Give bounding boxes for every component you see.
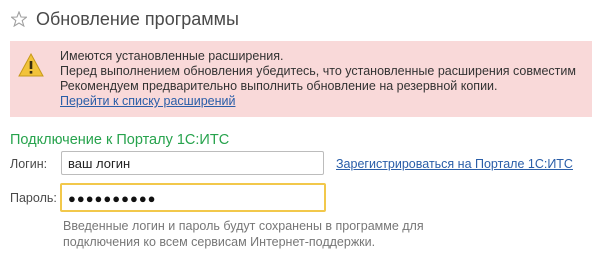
- warning-line: Перед выполнением обновления убедитесь, …: [60, 64, 576, 78]
- password-value: ●●●●●●●●●●: [68, 191, 157, 206]
- section-title: Подключение к Порталу 1С:ИТС: [10, 132, 230, 148]
- warning-text: Имеются установленные расширения. Перед …: [60, 49, 592, 109]
- extensions-list-link[interactable]: Перейти к списку расширений: [60, 94, 235, 108]
- hint-line: подключения ко всем сервисам Интернет-по…: [63, 235, 376, 249]
- login-field[interactable]: ваш логин: [61, 151, 324, 175]
- register-link[interactable]: Зарегистрироваться на Портале 1С:ИТС: [336, 157, 573, 171]
- hint-text: Введенные логин и пароль будут сохранены…: [63, 218, 463, 250]
- warning-icon: [18, 53, 44, 77]
- password-label: Пароль:: [10, 191, 57, 205]
- title-row: Обновление программы: [11, 4, 239, 34]
- star-icon[interactable]: [11, 11, 27, 27]
- warning-line: Имеются установленные расширения.: [60, 49, 284, 63]
- login-label: Логин:: [10, 157, 48, 171]
- warning-line: Рекомендуем предварительно выполнить обн…: [60, 79, 498, 93]
- password-field[interactable]: ●●●●●●●●●●: [60, 183, 326, 212]
- page-title: Обновление программы: [36, 8, 239, 29]
- hint-line: Введенные логин и пароль будут сохранены…: [63, 219, 424, 233]
- warning-panel: Имеются установленные расширения. Перед …: [10, 41, 592, 117]
